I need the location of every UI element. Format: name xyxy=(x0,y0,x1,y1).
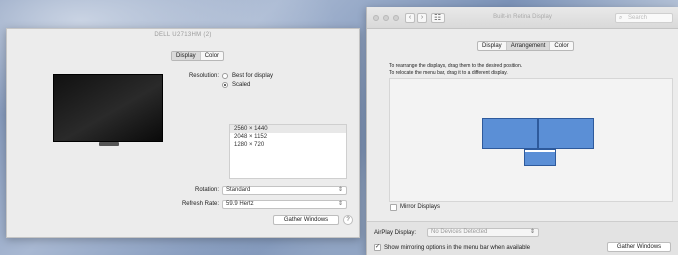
window-toolbar: ‹ › Built-in Retina Display ⌕ Search xyxy=(367,7,678,29)
instruction-text: To rearrange the displays, drag them to … xyxy=(389,63,523,69)
tab-color[interactable]: Color xyxy=(201,52,223,60)
search-input[interactable]: ⌕ Search xyxy=(615,13,673,23)
select-arrows-icon: ⇕ xyxy=(337,201,343,207)
display-thumbnail-builtin[interactable] xyxy=(524,149,556,166)
rotation-value: Standard xyxy=(226,187,251,193)
tab-display[interactable]: Display xyxy=(478,42,507,50)
display-thumbnail-external[interactable] xyxy=(538,118,594,149)
show-mirroring-label: Show mirroring options in the menu bar w… xyxy=(384,245,531,251)
help-button[interactable]: ? xyxy=(343,215,353,225)
builtin-display-window: ‹ › Built-in Retina Display ⌕ Search Dis… xyxy=(366,7,678,255)
show-mirroring-checkbox[interactable] xyxy=(374,243,381,251)
resolution-item[interactable]: 2560 × 1440 xyxy=(230,125,346,133)
search-placeholder: Search xyxy=(628,15,648,21)
display-thumbnail-external[interactable] xyxy=(482,118,538,149)
option-scaled[interactable]: Scaled xyxy=(232,82,250,88)
select-arrows-icon: ⇕ xyxy=(529,229,535,235)
menu-bar-indicator[interactable] xyxy=(525,150,555,152)
rotation-label: Rotation: xyxy=(194,187,219,193)
mirror-displays-label: Mirror Displays xyxy=(400,204,441,210)
radio-scaled[interactable] xyxy=(222,82,228,88)
rotation-select[interactable]: Standard ⇕ xyxy=(222,186,347,195)
instruction-text: To relocate the menu bar, drag it to a d… xyxy=(389,70,508,76)
bottom-bar: AirPlay Display: No Devices Detected ⇕ S… xyxy=(367,221,678,255)
resolution-label: Resolution: xyxy=(188,73,219,79)
gather-windows-button[interactable]: Gather Windows xyxy=(273,215,339,225)
search-icon: ⌕ xyxy=(619,15,623,21)
monitor-image xyxy=(53,74,163,146)
refresh-rate-label: Refresh Rate: xyxy=(181,201,219,207)
tab-control: Display Arrangement Color xyxy=(477,41,574,51)
external-display-window: DELL U2713HM (2) Display Color Resolutio… xyxy=(6,28,360,238)
mirror-displays-checkbox[interactable] xyxy=(390,204,397,211)
gather-windows-button[interactable]: Gather Windows xyxy=(607,242,671,252)
airplay-display-value: No Devices Detected xyxy=(431,229,488,235)
resolution-list: 2560 × 1440 2048 × 1152 1280 × 720 xyxy=(229,124,347,179)
airplay-display-label: AirPlay Display: xyxy=(374,230,417,236)
tab-arrangement[interactable]: Arrangement xyxy=(506,42,551,50)
tab-color[interactable]: Color xyxy=(550,42,572,50)
tab-control: Display Color xyxy=(171,51,225,61)
select-arrows-icon: ⇕ xyxy=(337,187,343,193)
refresh-rate-select[interactable]: 59.9 Hertz ⇕ xyxy=(222,200,347,209)
resolution-item[interactable]: 2048 × 1152 xyxy=(230,133,346,141)
refresh-rate-value: 59.9 Hertz xyxy=(226,201,254,207)
airplay-display-select[interactable]: No Devices Detected ⇕ xyxy=(427,228,539,237)
option-best-for-display[interactable]: Best for display xyxy=(232,73,273,79)
window-title: DELL U2713HM (2) xyxy=(154,32,212,38)
tab-display[interactable]: Display xyxy=(172,52,201,60)
arrangement-area xyxy=(389,78,673,202)
radio-best-for-display[interactable] xyxy=(222,73,228,79)
resolution-item[interactable]: 1280 × 720 xyxy=(230,141,346,149)
